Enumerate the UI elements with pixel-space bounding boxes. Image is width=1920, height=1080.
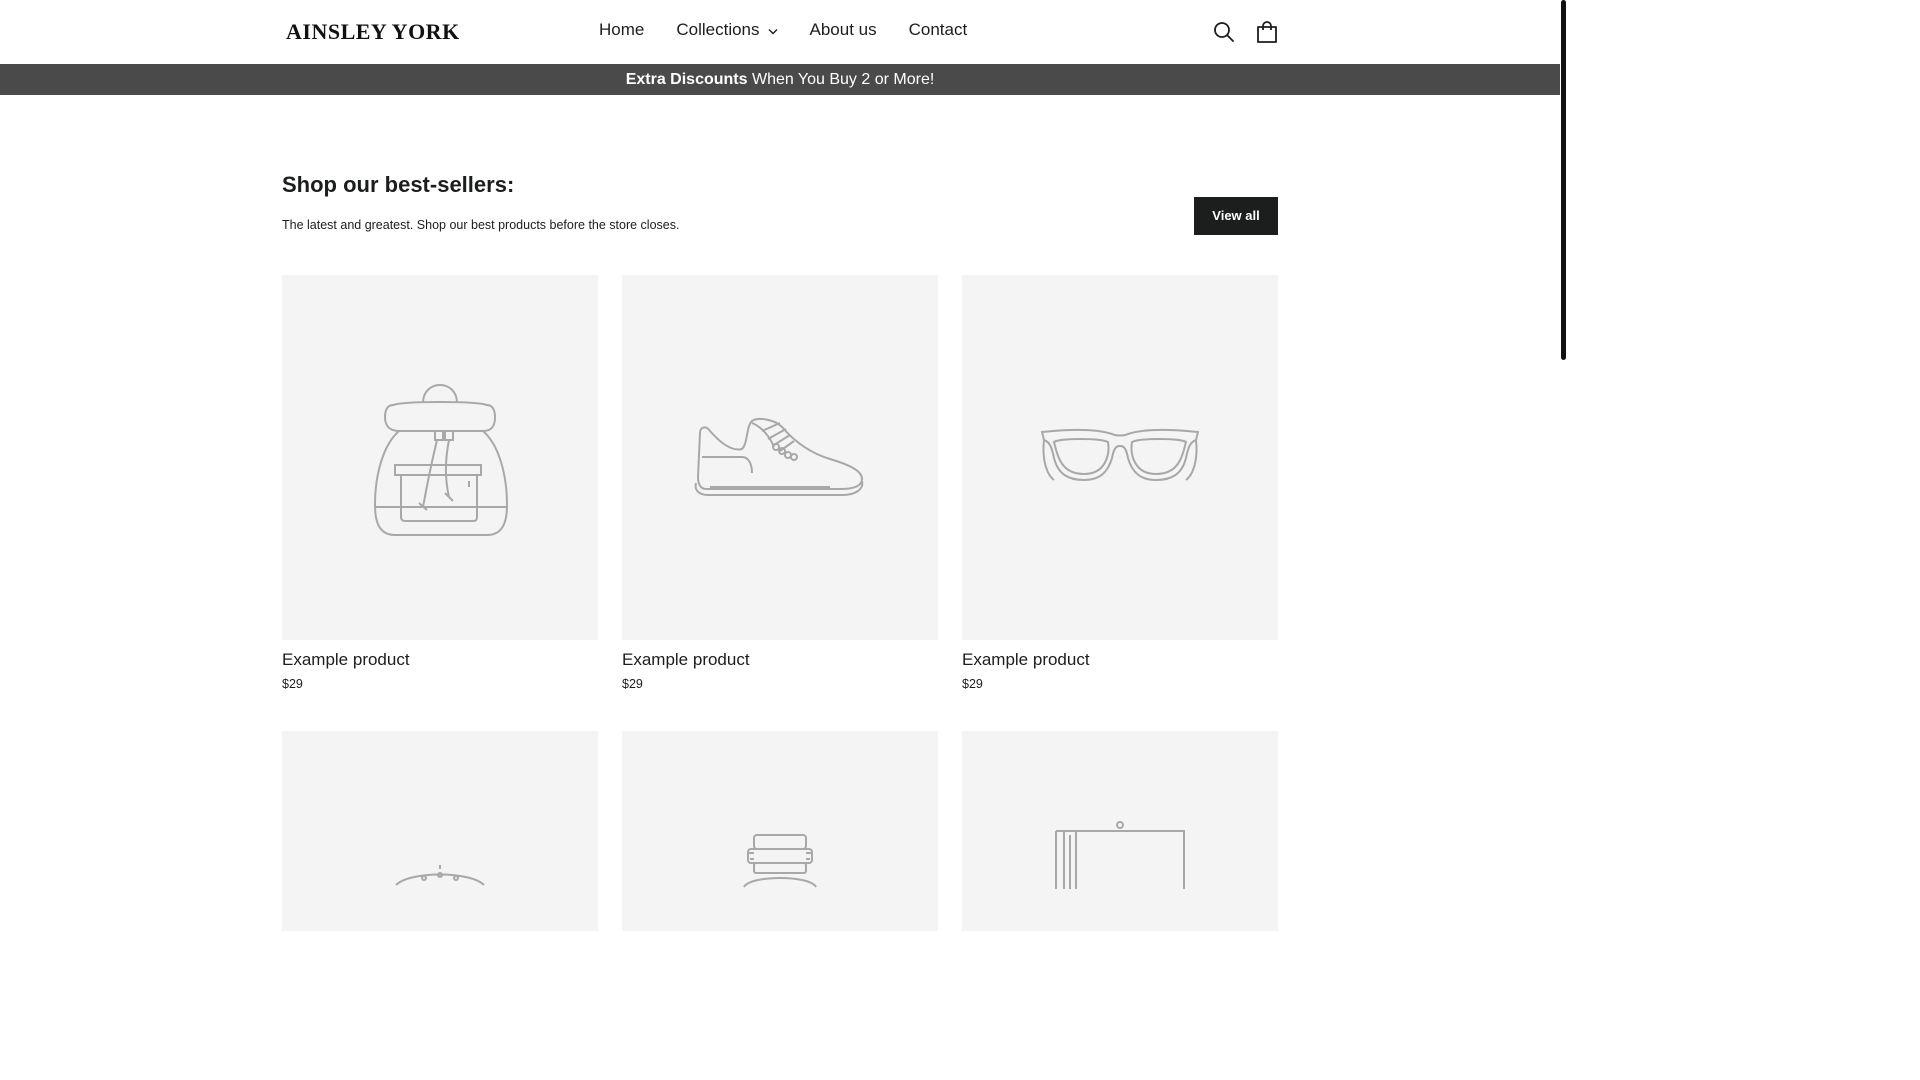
product-name[interactable]: Example product — [962, 650, 1278, 670]
store-logo[interactable]: AINSLEY YORK — [286, 19, 460, 45]
search-icon[interactable] — [1213, 21, 1235, 43]
nav-contact[interactable]: Contact — [893, 20, 984, 40]
nav-about-label: About us — [809, 20, 877, 39]
nav-contact-label: Contact — [908, 20, 968, 39]
product-card[interactable]: Example product $29 — [282, 275, 598, 691]
product-card[interactable]: Example product $29 — [962, 275, 1278, 691]
product-image[interactable] — [282, 275, 598, 640]
announcement-text: When You Buy 2 or More! — [747, 71, 935, 88]
product-image[interactable] — [622, 275, 938, 640]
product-image[interactable] — [962, 275, 1278, 640]
hanging-frame-icon — [1055, 821, 1185, 889]
nav-collections[interactable]: Collections — [660, 20, 793, 40]
wall-clock-icon — [395, 865, 485, 886]
main-nav: Home Collections About us Contact — [583, 20, 983, 40]
product-card[interactable] — [622, 731, 938, 931]
product-name[interactable]: Example product — [622, 650, 938, 670]
sneaker-icon — [694, 417, 864, 496]
announcement-bold: Extra Discounts — [625, 71, 748, 88]
announcement-bar[interactable]: Extra Discounts When You Buy 2 or More! — [0, 64, 1560, 95]
wristwatch-icon — [743, 834, 817, 888]
view-all-button[interactable]: View all — [1194, 197, 1278, 235]
section-subtitle: The latest and greatest. Shop our best p… — [282, 218, 680, 232]
backpack-icon — [373, 384, 509, 536]
product-image[interactable] — [282, 731, 598, 931]
site-header: AINSLEY YORK Home Collections About us C… — [0, 0, 1560, 64]
product-price: $29 — [282, 677, 303, 691]
sunglasses-icon — [1040, 428, 1200, 481]
chevron-down-icon — [768, 20, 778, 40]
product-image[interactable] — [622, 731, 938, 931]
nav-home-label: Home — [599, 20, 645, 39]
cart-icon[interactable] — [1256, 21, 1278, 43]
product-card[interactable] — [962, 731, 1278, 931]
product-price: $29 — [622, 677, 643, 691]
product-card[interactable]: Example product $29 — [622, 275, 938, 691]
product-name[interactable]: Example product — [282, 650, 598, 670]
section-title: Shop our best-sellers: — [282, 172, 515, 197]
nav-about[interactable]: About us — [794, 20, 893, 40]
nav-home[interactable]: Home — [583, 20, 660, 40]
nav-collections-label: Collections — [676, 20, 760, 39]
scrollbar-thumb[interactable] — [1561, 0, 1566, 360]
product-price: $29 — [962, 677, 983, 691]
product-card[interactable] — [282, 731, 598, 931]
product-image[interactable] — [962, 731, 1278, 931]
